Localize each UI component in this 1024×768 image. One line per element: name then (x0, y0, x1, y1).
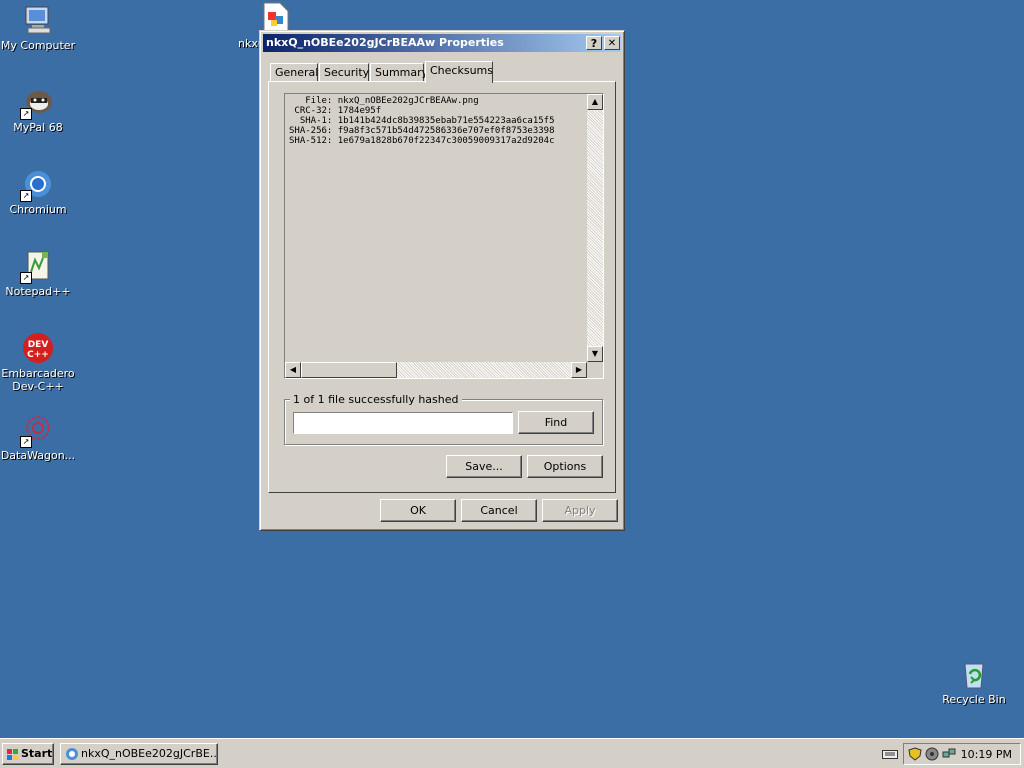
apply-button[interactable]: Apply (542, 499, 618, 522)
keyboard-icon[interactable] (882, 748, 898, 760)
scroll-down-icon[interactable]: ▼ (587, 346, 603, 362)
vertical-scrollbar[interactable]: ▲ ▼ (587, 94, 603, 362)
shortcut-arrow-icon: ↗ (20, 190, 32, 202)
notepad-plus-plus-icon: ↗ (20, 250, 54, 284)
network-icon[interactable] (942, 747, 956, 761)
devcpp-icon: DEV C++ (22, 332, 54, 364)
system-tray: 10:19 PM (903, 743, 1021, 765)
datawagon-icon: ↗ (20, 414, 54, 448)
desktop-icon-chromium[interactable]: ↗ Chromium (0, 168, 78, 216)
desktop-icon-label: Recycle Bin (942, 693, 1006, 706)
svg-text:DEV: DEV (28, 340, 49, 350)
horizontal-scroll-thumb[interactable] (301, 362, 397, 378)
desktop-icon-notepad-plus-plus[interactable]: ↗ Notepad++ (0, 250, 78, 298)
recycle-bin-icon (958, 658, 990, 690)
find-input[interactable] (293, 412, 513, 434)
tab-summary[interactable]: Summary (370, 63, 428, 82)
options-button[interactable]: Options (527, 455, 603, 478)
checksum-line-sha256: SHA-256: f9a8f3c571b54d472586336e707ef0f… (289, 126, 555, 136)
help-button[interactable]: ? (586, 36, 602, 50)
find-button[interactable]: Find (518, 411, 594, 434)
horizontal-scrollbar[interactable]: ◀ ▶ (285, 362, 587, 378)
scroll-up-icon[interactable]: ▲ (587, 94, 603, 110)
hash-status-label: 1 of 1 file successfully hashed (290, 394, 462, 406)
desktop-icon-label: Embarcadero Dev-C++ (1, 367, 75, 393)
desktop-icon-my-computer[interactable]: My Computer (0, 4, 78, 52)
scroll-corner (587, 362, 603, 378)
desktop-icon-label: DataWagon... (0, 449, 76, 462)
security-shield-icon[interactable] (908, 747, 922, 761)
dialog-titlebar[interactable]: nkxQ_nOBEe202gJCrBEAAw Properties ? ✕ (263, 34, 621, 52)
shortcut-arrow-icon: ↗ (20, 436, 32, 448)
checksums-textbox[interactable]: File: nkxQ_nOBEe202gJCrBEAAw.png CRC-32:… (284, 93, 604, 379)
start-button[interactable]: Start (2, 743, 54, 765)
mypal-icon: ↗ (20, 86, 54, 120)
desktop-icon-label: MyPal 68 (13, 121, 63, 134)
clock: 10:19 PM (960, 748, 1012, 761)
checksum-line-sha1: SHA-1: 1b141b424dc8b39835ebab71e554223aa… (289, 116, 555, 126)
desktop-icon-devcpp[interactable]: DEV C++ Embarcadero Dev-C++ (0, 332, 78, 393)
svg-text:C++: C++ (27, 350, 49, 360)
checksums-text: File: nkxQ_nOBEe202gJCrBEAAw.png CRC-32:… (289, 96, 555, 146)
desktop-icon-label: Chromium (9, 203, 67, 216)
scroll-left-icon[interactable]: ◀ (285, 362, 301, 378)
tab-security[interactable]: Security (319, 63, 369, 82)
volume-icon[interactable] (925, 747, 939, 761)
cancel-button[interactable]: Cancel (461, 499, 537, 522)
taskbar-item-label: nkxQ_nOBEe202gJCrBE... (81, 747, 218, 760)
start-label: Start (21, 747, 53, 760)
desktop-icon-mypal[interactable]: ↗ MyPal 68 (0, 86, 78, 134)
chromium-icon: ↗ (20, 168, 54, 202)
scroll-right-icon[interactable]: ▶ (571, 362, 587, 378)
properties-window-icon (65, 747, 79, 761)
ok-button[interactable]: OK (380, 499, 456, 522)
checksum-line-file: File: nkxQ_nOBEe202gJCrBEAAw.png (289, 96, 479, 106)
shortcut-arrow-icon: ↗ (20, 272, 32, 284)
tab-general[interactable]: General (270, 63, 318, 82)
desktop-icon-recycle-bin[interactable]: Recycle Bin (934, 658, 1014, 706)
checksum-line-sha512: SHA-512: 1e679a1828b670f22347c3005900931… (289, 136, 555, 146)
windows-logo-icon (7, 748, 19, 760)
my-computer-icon (22, 4, 54, 36)
checksum-line-crc32: CRC-32: 1784e95f (289, 106, 382, 116)
dialog-title: nkxQ_nOBEe202gJCrBEAAw Properties (266, 36, 504, 49)
properties-dialog: nkxQ_nOBEe202gJCrBEAAw Properties ? ✕ Ge… (259, 30, 625, 531)
shortcut-arrow-icon: ↗ (20, 108, 32, 120)
desktop-icon-label: My Computer (0, 39, 76, 52)
save-button[interactable]: Save... (446, 455, 522, 478)
taskbar: Start nkxQ_nOBEe202gJCrBE... 10:19 PM (0, 738, 1024, 768)
tab-checksums[interactable]: Checksums (425, 61, 493, 83)
close-button[interactable]: ✕ (604, 36, 620, 50)
desktop-icon-datawagon[interactable]: ↗ DataWagon... (0, 414, 78, 462)
taskbar-item-properties[interactable]: nkxQ_nOBEe202gJCrBE... (60, 743, 218, 765)
desktop-icon-label: Notepad++ (5, 285, 71, 298)
